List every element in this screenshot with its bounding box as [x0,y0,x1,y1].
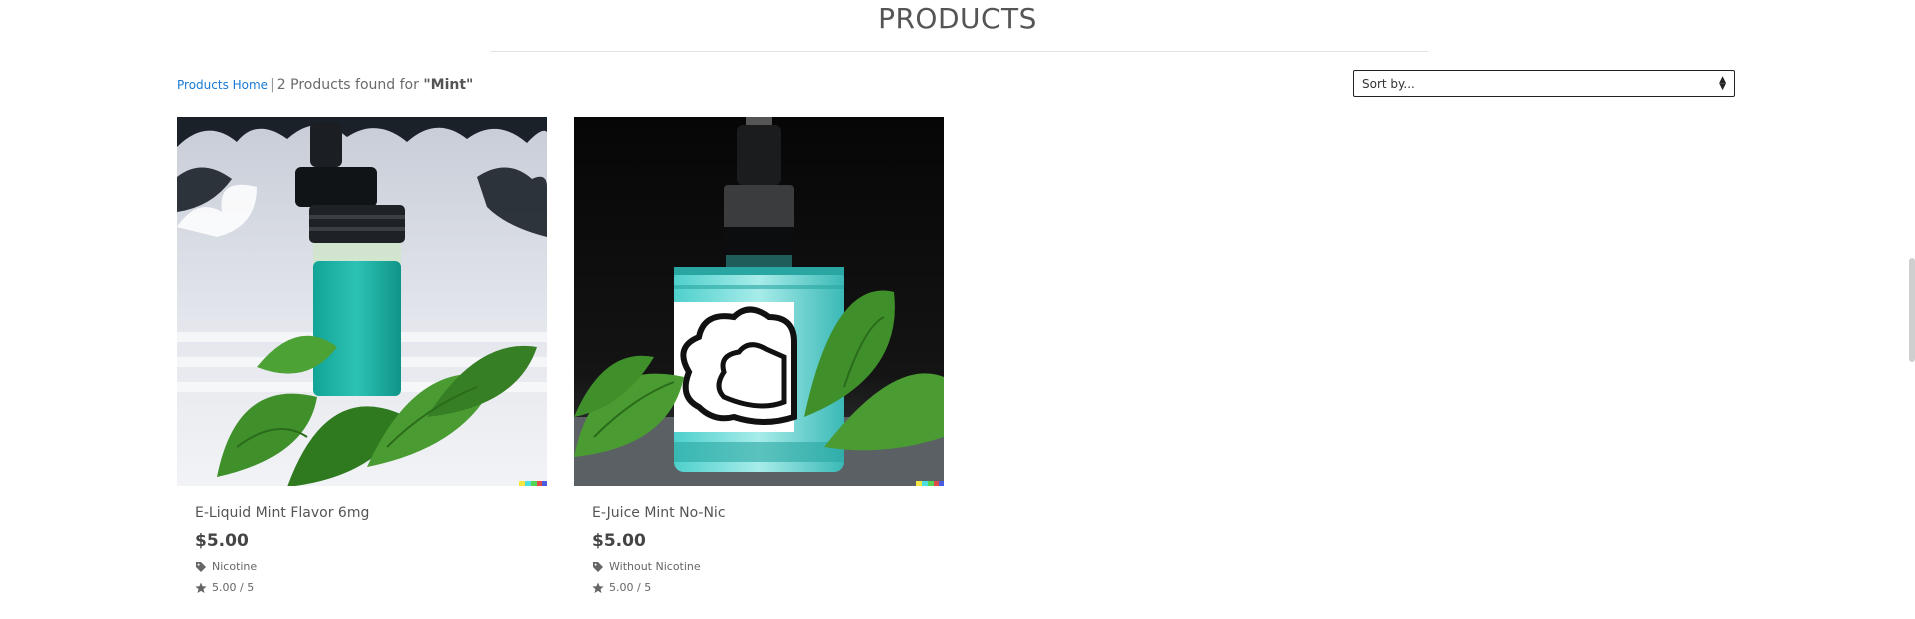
product-image[interactable] [574,117,944,486]
page-title: PRODUCTS [878,2,1037,35]
select-arrows-icon: ▲ ▼ [1719,74,1726,92]
title-divider [490,51,1428,52]
breadcrumb-products-home-link[interactable]: Products Home [177,78,268,92]
product-name[interactable]: E-Juice Mint No-Nic [592,504,926,522]
product-card[interactable]: E-Juice Mint No-Nic $5.00 Without Nicoti… [574,117,944,595]
breadcrumb-separator: | [270,77,275,93]
results-count-text: 2 Products found for [276,77,419,93]
sort-select-value: Sort by... [1362,76,1415,91]
tag-icon [593,562,603,572]
product-category-label: Nicotine [212,560,258,573]
search-query-text: "Mint" [423,77,474,93]
product-image[interactable] [177,117,547,486]
product-name[interactable]: E-Liquid Mint Flavor 6mg [195,504,529,522]
tag-icon [196,562,206,572]
product-price: $5.00 [592,531,646,551]
product-rating-value: 5.00 / 5 [609,581,652,594]
product-price: $5.00 [195,531,249,551]
breadcrumb: Products Home | 2 Products found for "Mint… [177,75,473,95]
product-card[interactable]: E-Liquid Mint Flavor 6mg $5.00 Nicotine … [177,117,547,595]
product-rating-value: 5.00 / 5 [212,581,255,594]
product-category: Without Nicotine [592,560,926,574]
mint-bottle-image-icon [574,117,944,486]
product-rating: 5.00 / 5 [195,581,529,595]
product-category: Nicotine [195,560,529,574]
mint-bottle-image-icon [177,117,547,486]
star-icon [195,582,207,593]
page-scrollbar[interactable] [1909,258,1915,362]
product-category-label: Without Nicotine [609,560,701,573]
sort-select[interactable]: Sort by... ▲ ▼ [1353,70,1735,97]
star-icon [592,582,604,593]
product-rating: 5.00 / 5 [592,581,926,595]
